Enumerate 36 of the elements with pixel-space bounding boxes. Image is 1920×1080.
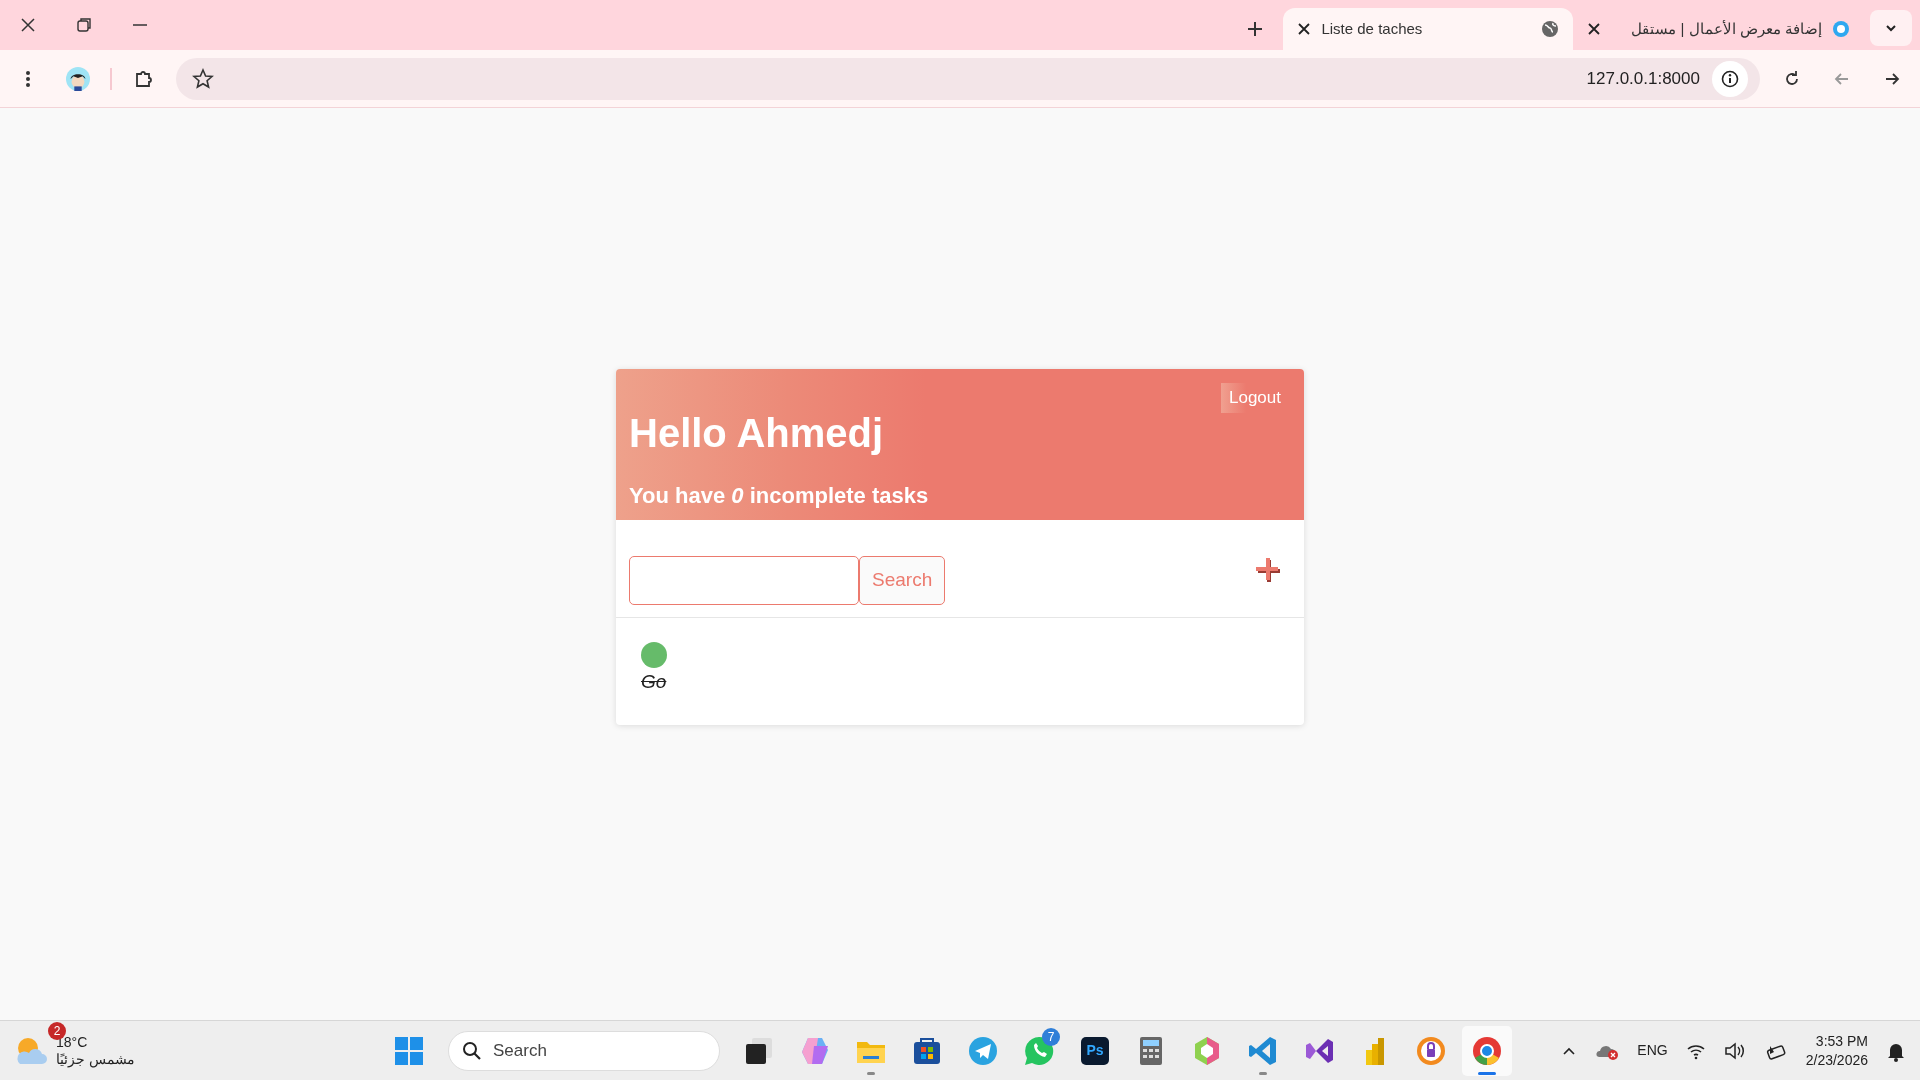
app-label: Ps xyxy=(1086,1041,1104,1060)
greeting-heading: Hello Ahmedj xyxy=(629,410,885,457)
volume-icon[interactable] xyxy=(1723,1041,1746,1060)
tab-title: إضافة معرض الأعمال | مستقل xyxy=(1631,18,1822,40)
tab-title: Liste de taches xyxy=(1321,18,1424,39)
clock-date[interactable]: 2/23/2026 xyxy=(1805,1050,1868,1070)
close-icon[interactable] xyxy=(1587,22,1602,36)
notification-badge: 7 xyxy=(1042,1027,1060,1046)
site-info-button[interactable] xyxy=(1712,60,1748,97)
star-icon[interactable] xyxy=(192,67,214,90)
task-title[interactable]: Go xyxy=(641,671,667,692)
search-icon xyxy=(462,1040,482,1061)
info-icon xyxy=(1721,69,1739,88)
plus-icon xyxy=(1246,20,1265,38)
avatar-icon xyxy=(66,65,90,92)
task-summary: You have 0 incomplete tasks xyxy=(629,482,930,510)
close-icon[interactable] xyxy=(1297,22,1312,36)
running-indicator xyxy=(1478,1071,1496,1075)
language-indicator[interactable]: ENG xyxy=(1637,1040,1668,1061)
ring-icon xyxy=(1832,20,1850,38)
taskbar-app[interactable]: Ps xyxy=(1070,1025,1120,1076)
running-indicator xyxy=(1259,1071,1267,1075)
add-icon[interactable] xyxy=(1255,556,1281,583)
clock-time[interactable]: 3:53 PM xyxy=(1805,1031,1868,1051)
minimize-icon xyxy=(133,24,147,26)
browser-tab[interactable]: إضافة معرض الأعمال | مستقل xyxy=(1573,8,1864,50)
running-indicator xyxy=(867,1071,875,1075)
address-bar[interactable]: 127.0.0.1:8000 xyxy=(176,57,1760,100)
weather-condition: مشمس جزئيًا xyxy=(56,1050,135,1068)
browser-tab[interactable]: Liste de taches xyxy=(1283,8,1574,50)
search-field[interactable] xyxy=(629,556,859,605)
puzzle-icon xyxy=(134,68,154,89)
globe-icon xyxy=(1541,20,1560,38)
taskbar-app[interactable]: 7 xyxy=(1014,1025,1064,1076)
menu-icon xyxy=(26,70,30,87)
address-text: 127.0.0.1:8000 xyxy=(1586,67,1700,90)
